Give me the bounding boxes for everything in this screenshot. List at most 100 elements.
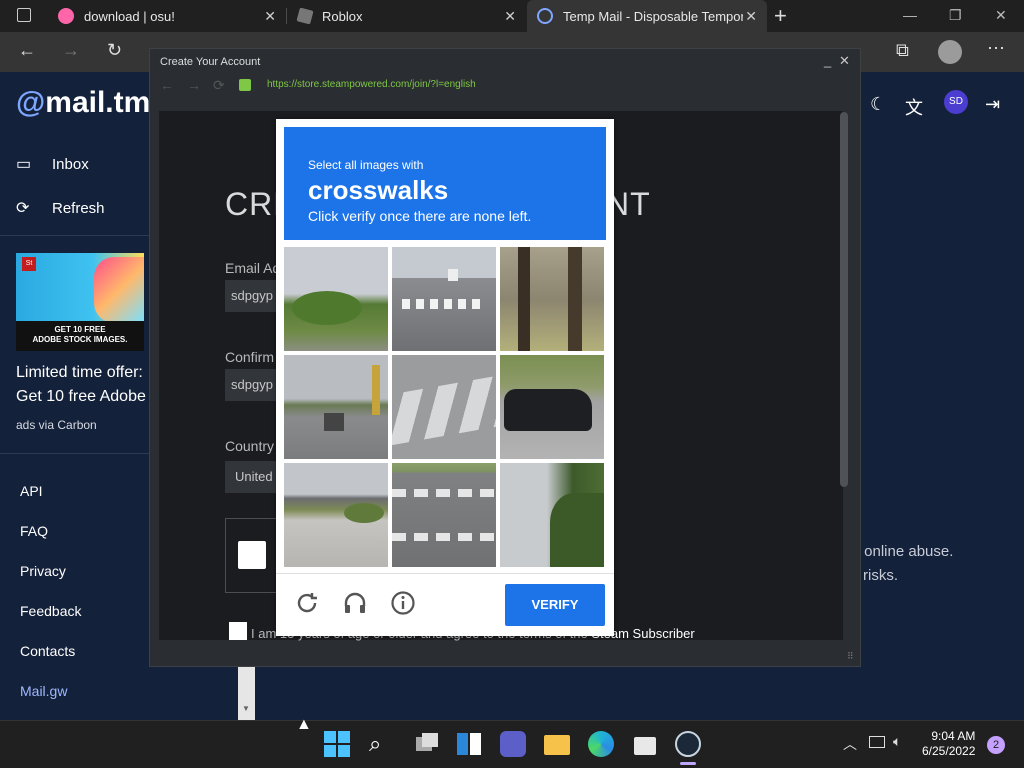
clock[interactable]: 9:04 AM 6/25/2022 (922, 729, 975, 759)
captcha-tile-1[interactable] (284, 247, 388, 351)
screen: download | osu! ✕ Roblox ✕ Temp Mail - D… (0, 0, 1024, 768)
dark-mode-icon[interactable]: ☾ (870, 94, 886, 115)
file-explorer-icon[interactable] (544, 731, 570, 757)
mail-tm-icon (537, 8, 553, 24)
logout-icon[interactable]: ⇥ (985, 94, 1000, 115)
widgets-icon[interactable] (457, 731, 483, 757)
page-scrollbar[interactable]: ▼ (238, 666, 255, 720)
ad-image[interactable]: St GET 10 FREE ADOBE STOCK IMAGES. (16, 253, 144, 351)
active-app-indicator (680, 762, 696, 765)
captcha-header: Select all images with crosswalks Click … (284, 127, 606, 240)
logo-at: @ (16, 86, 46, 119)
audio-challenge-icon[interactable] (342, 590, 368, 616)
tab-title: download | osu! (84, 8, 175, 24)
window-close-icon[interactable]: ✕ (995, 7, 1007, 24)
country-select[interactable]: United (225, 461, 277, 493)
avatar[interactable]: SD (944, 90, 968, 114)
steam-close-icon[interactable]: ✕ (839, 53, 850, 69)
store-icon[interactable] (632, 731, 658, 757)
sidebar-item-inbox[interactable]: ▭ Inbox (16, 154, 89, 174)
ad-banner: GET 10 FREE ADOBE STOCK IMAGES. (16, 321, 144, 351)
refresh-icon[interactable] (294, 590, 320, 616)
notice-line: risks. (863, 567, 898, 584)
footer-link-contacts[interactable]: Contacts (20, 643, 75, 659)
captcha-tile-3[interactable] (500, 247, 604, 351)
crosswalk-stripes (402, 299, 486, 309)
captcha-tile-6[interactable] (500, 355, 604, 459)
steam-scrollbar[interactable] (840, 112, 848, 487)
vehicle-shape (448, 269, 458, 281)
crosswalk-stripes (392, 372, 496, 448)
tab-temp-mail[interactable]: Temp Mail - Disposable Tempora ✕ (527, 0, 767, 32)
volume-icon[interactable]: 🔈︎ (893, 733, 901, 750)
sidebar-item-refresh[interactable]: ⟳ Refresh (16, 198, 105, 218)
reload-icon[interactable]: ↻ (107, 40, 122, 61)
captcha-tile-2[interactable] (392, 247, 496, 351)
captcha-instruction: Select all images with (308, 158, 424, 172)
steam-back-icon[interactable]: ← (160, 77, 174, 93)
collections-icon[interactable]: ⧉ (896, 40, 909, 61)
start-pane (338, 745, 350, 757)
chevron-up-icon[interactable]: ︿ (843, 734, 857, 754)
steam-icon[interactable] (675, 731, 701, 757)
captcha-tile-5[interactable] (392, 355, 496, 459)
captcha-tile-4[interactable] (284, 355, 388, 459)
close-icon[interactable]: ✕ (264, 8, 276, 25)
restore-icon[interactable]: ❐ (949, 7, 962, 24)
minimize-icon[interactable]: — (903, 7, 917, 23)
ad-text[interactable]: Limited time offer: Get 10 free Adobe St… (16, 361, 156, 409)
steam-reload-icon[interactable]: ⟳ (213, 77, 225, 94)
crosswalk-stripes (392, 533, 496, 541)
close-icon[interactable]: ✕ (504, 8, 516, 25)
sidebar-divider (0, 453, 150, 454)
search-icon[interactable]: ⌕ (369, 731, 395, 757)
info-icon[interactable] (390, 590, 416, 616)
confirm-email-field[interactable]: sdpgyp (225, 369, 277, 401)
footer-link-faq[interactable]: FAQ (20, 523, 48, 539)
footer-link-feedback[interactable]: Feedback (20, 603, 81, 619)
tab-actions-icon[interactable] (17, 8, 31, 22)
tab-roblox[interactable]: Roblox ✕ (288, 0, 526, 32)
palm-shape (550, 493, 604, 567)
network-icon[interactable] (869, 736, 885, 748)
clock-date: 6/25/2022 (922, 744, 976, 758)
store-bag-shape (634, 737, 656, 755)
steam-url[interactable]: https://store.steampowered.com/join/?l=e… (267, 79, 476, 90)
footer-link-mail-gw[interactable]: Mail.gw (20, 683, 67, 699)
steam-forward-icon[interactable]: → (187, 77, 201, 93)
steam-minimize-icon[interactable]: _ (824, 53, 831, 68)
captcha-hint: Click verify once there are none left. (308, 208, 532, 224)
resize-grip-icon[interactable]: ⠿ (847, 651, 854, 662)
edge-icon[interactable] (588, 731, 614, 757)
notification-badge[interactable]: 2 (987, 736, 1005, 754)
footer-link-privacy[interactable]: Privacy (20, 563, 66, 579)
start-pane (324, 731, 336, 743)
captcha-tile-8[interactable] (392, 463, 496, 567)
close-icon[interactable]: ✕ (745, 8, 757, 25)
adobe-stock-logo: St (22, 257, 36, 271)
tab-osu[interactable]: download | osu! ✕ (48, 0, 286, 32)
ad-via[interactable]: ads via Carbon (16, 418, 97, 432)
translate-icon[interactable]: 文 (905, 94, 923, 120)
verify-button[interactable]: VERIFY (505, 584, 605, 626)
terms-checkbox[interactable] (229, 622, 247, 640)
back-icon[interactable]: ← (18, 40, 36, 61)
chat-icon[interactable] (500, 731, 526, 757)
new-tab-button[interactable]: + (774, 3, 787, 29)
vehicle-shape (324, 413, 344, 431)
captcha-tile-9[interactable] (500, 463, 604, 567)
forward-icon[interactable]: → (62, 40, 80, 61)
captcha-tile-7[interactable] (284, 463, 388, 567)
mail-logo[interactable]: @mail.tm (16, 86, 150, 120)
footer-link-api[interactable]: API (20, 483, 43, 499)
start-icon[interactable] (324, 731, 350, 757)
mouse-cursor-icon: ▲ (296, 716, 312, 733)
email-field[interactable]: sdpgyp (225, 280, 277, 312)
sidebar-divider (0, 235, 150, 236)
profile-icon[interactable] (938, 40, 962, 64)
more-icon[interactable]: ⋯ (987, 38, 1005, 59)
scroll-down-icon[interactable]: ▼ (242, 704, 250, 713)
car-shape (504, 389, 592, 431)
task-view-icon[interactable] (414, 731, 440, 757)
recaptcha-checkbox[interactable] (238, 541, 266, 569)
